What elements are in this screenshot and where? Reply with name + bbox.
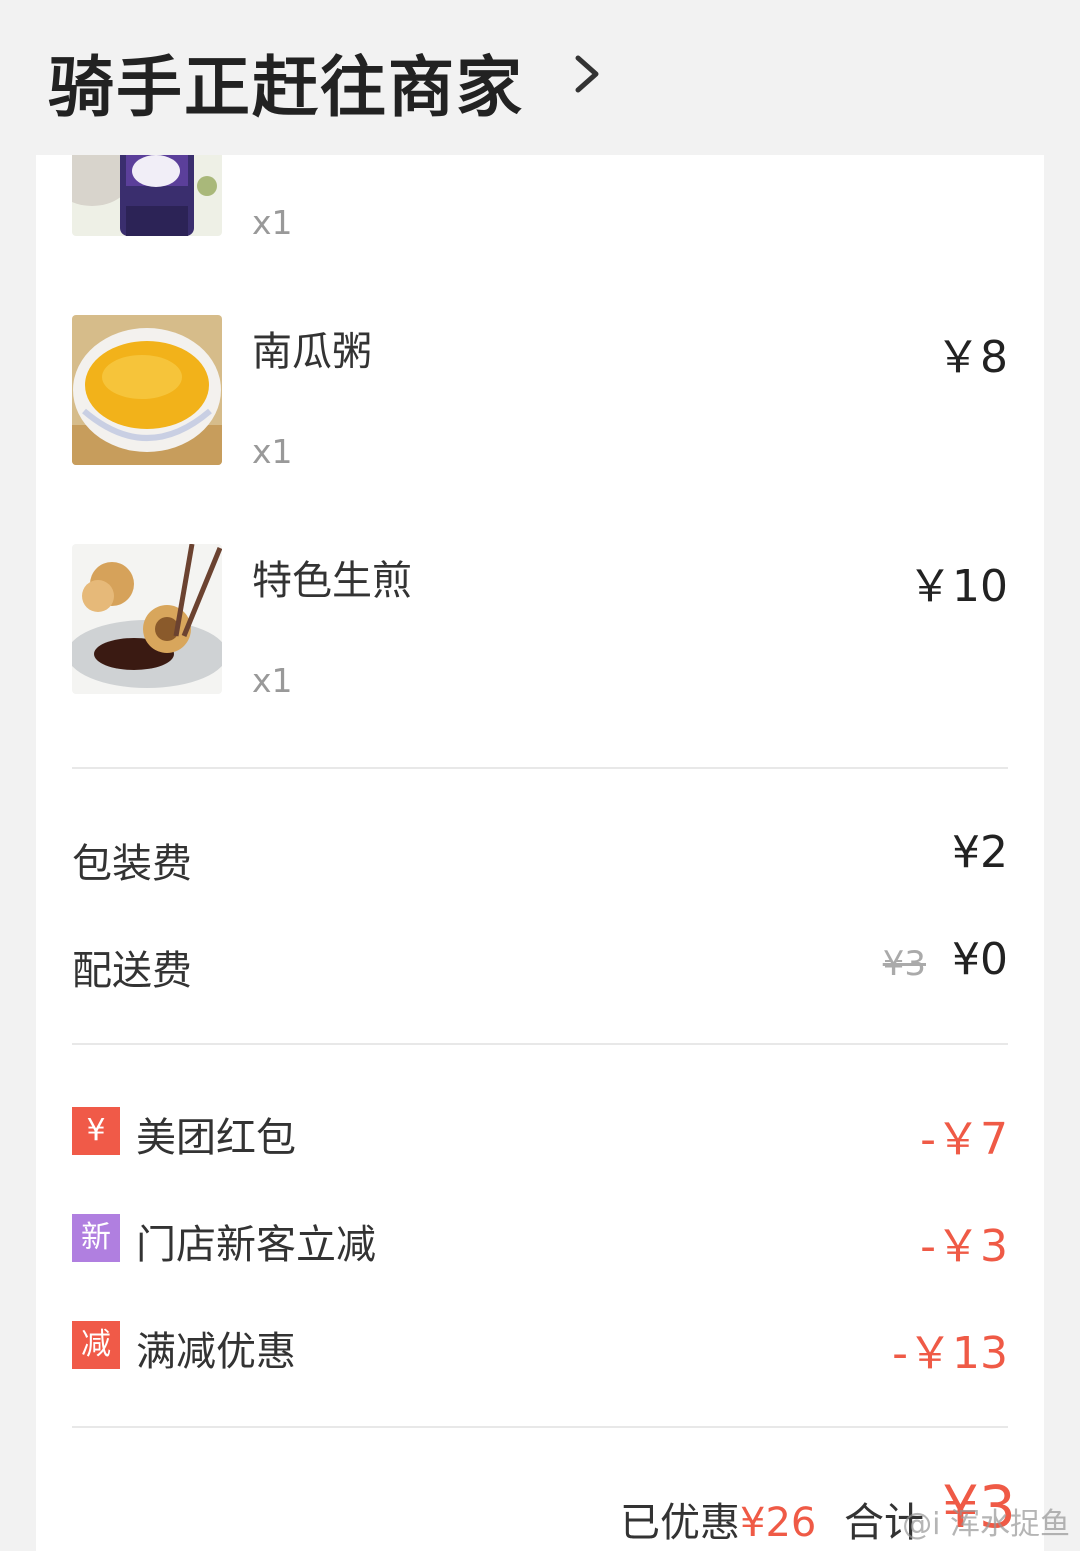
packaging-fee-value: ¥2 [952, 827, 1008, 878]
discount-label: 门店新客立减 [136, 1222, 376, 1268]
delivery-fee-label: 配送费 [72, 948, 192, 994]
reduce-badge-icon: 减 [72, 1321, 120, 1369]
item-name: 南瓜粥 [252, 329, 372, 375]
item-price: ￥10 [908, 561, 1008, 612]
delivery-fee-row: 配送费 ¥3 ¥0 [72, 934, 1008, 994]
discount-row-full-reduction: 减 满减优惠 -￥13 [72, 1317, 1008, 1379]
item-quantity: x1 [252, 203, 293, 242]
pumpkin-porridge-thumbnail [72, 315, 222, 465]
delivery-fee-original: ¥3 [882, 944, 926, 984]
saved-amount: ¥26 [740, 1500, 817, 1546]
packaging-fee-row: 包装费 ¥2 [72, 827, 1008, 887]
discount-row-new-customer: 新 门店新客立减 -￥3 [72, 1210, 1008, 1272]
divider [72, 1426, 1008, 1428]
delivery-fee-value: ¥0 [952, 934, 1008, 985]
header[interactable]: 骑手正赶往商家 [0, 0, 1080, 155]
divider [72, 767, 1008, 769]
divider [72, 1043, 1008, 1045]
discount-value: -￥13 [892, 1328, 1008, 1379]
item-price: ￥8 [936, 332, 1008, 383]
saved-summary: 已优惠¥26 [620, 1490, 816, 1548]
item-quantity: x1 [252, 661, 293, 700]
chevron-right-icon[interactable] [572, 52, 602, 96]
pan-fried-bun-thumbnail [72, 544, 222, 694]
new-badge-icon: 新 [72, 1214, 120, 1262]
discount-value: -￥7 [920, 1114, 1008, 1165]
discount-label: 满减优惠 [136, 1329, 296, 1375]
discount-row-red-packet: ¥ 美团红包 -￥7 [72, 1103, 1008, 1165]
order-item: x1 [36, 155, 1044, 242]
discount-label: 美团红包 [136, 1115, 296, 1161]
milk-drink-thumbnail [72, 155, 222, 236]
order-status-title[interactable]: 骑手正赶往商家 [48, 34, 524, 130]
packaging-fee-label: 包装费 [72, 841, 192, 887]
item-quantity: x1 [252, 432, 293, 471]
watermark: @i 浑水捉鱼 [902, 1507, 1070, 1542]
order-item: 特色生煎 x1 ￥10 [36, 544, 1044, 700]
item-name: 特色生煎 [252, 558, 412, 604]
yen-badge-icon: ¥ [72, 1107, 120, 1155]
saved-label: 已优惠 [620, 1500, 740, 1546]
order-item: 南瓜粥 x1 ￥8 [36, 315, 1044, 471]
discount-value: -￥3 [920, 1221, 1008, 1272]
order-detail-card: x1 南瓜粥 x1 ￥8 特色生煎 x1 ￥10 包装费 ¥2 配送费 ¥3 ¥… [36, 155, 1044, 1551]
